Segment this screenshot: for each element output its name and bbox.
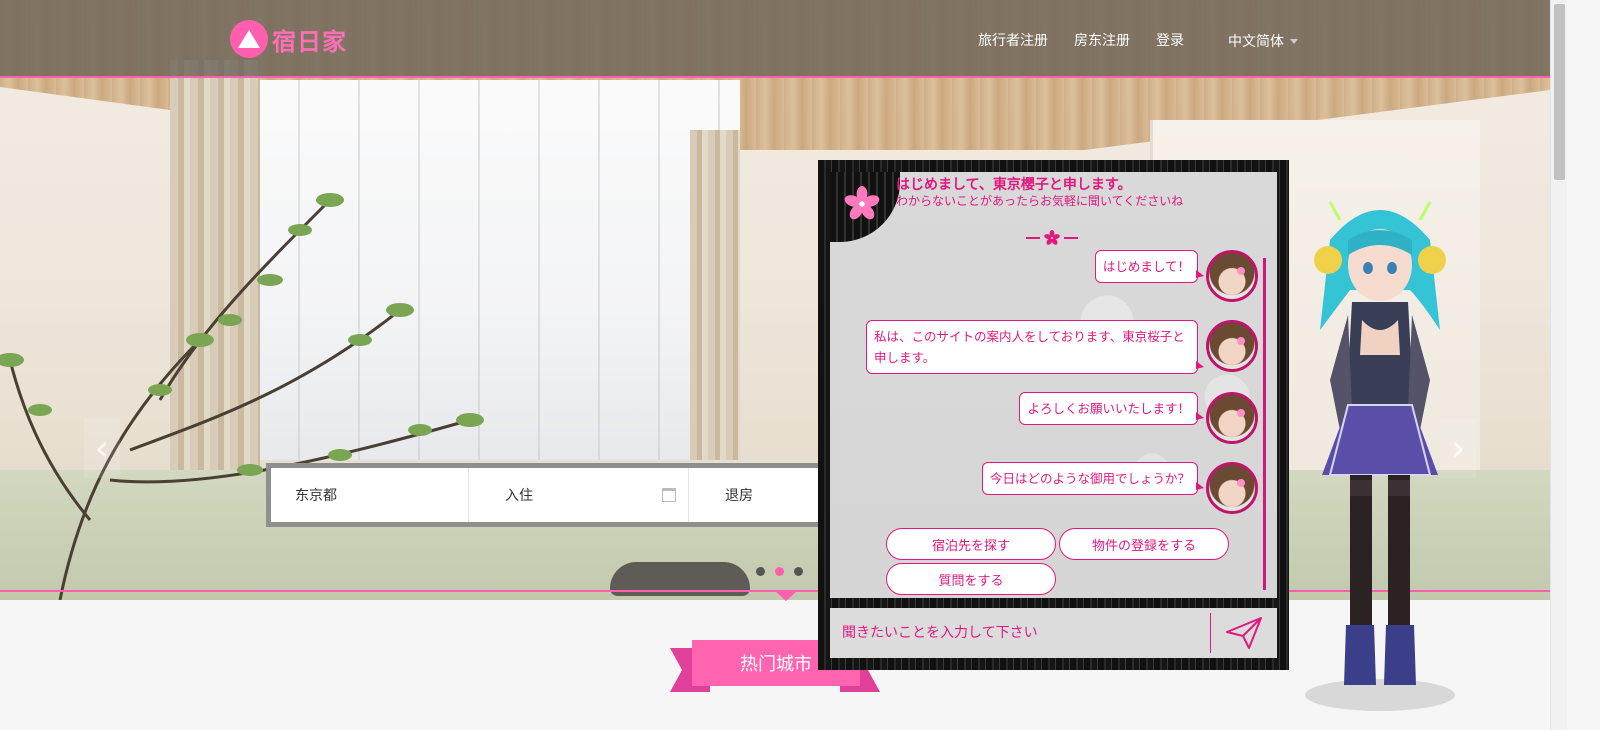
chat-widget: はじめまして、東京櫻子と申します。 わからないことがあったらお気軽に聞いてくださ… (818, 160, 1289, 670)
quick-reply-find-lodging[interactable]: 宿泊先を探す (886, 528, 1056, 560)
hero-divider-notch (776, 592, 796, 601)
chat-input-row (830, 608, 1277, 658)
language-label: 中文简体 (1228, 34, 1284, 50)
guide-avatar (1206, 392, 1258, 444)
chat-message: よろしくお願いいたします！ (990, 392, 1258, 444)
checkin-date-field[interactable]: 入住 (469, 468, 689, 522)
guide-character-illustration (1305, 201, 1455, 711)
sakura-divider-icon (1044, 230, 1060, 245)
quick-reply-ask-question[interactable]: 質問をする (886, 563, 1056, 595)
carousel-dot-active[interactable] (775, 567, 784, 576)
send-button[interactable] (1220, 613, 1268, 653)
top-navbar: 宿日家 旅行者注册 房东注册 登录 中文简体 (0, 0, 1550, 78)
quick-reply-register-property[interactable]: 物件の登録をする (1059, 528, 1229, 560)
nav-link-login[interactable]: 登录 (1156, 30, 1184, 50)
guide-avatar (1206, 462, 1258, 514)
carousel-indicators (756, 567, 803, 576)
carousel-dot[interactable] (756, 567, 765, 576)
nav-link-host-register[interactable]: 房东注册 (1074, 30, 1130, 50)
chat-input[interactable] (830, 608, 1210, 658)
calendar-icon (662, 488, 676, 502)
site-logo[interactable]: 宿日家 (230, 20, 347, 58)
city-field[interactable]: 东京都 (271, 468, 469, 522)
chat-scrollbar[interactable] (1263, 258, 1266, 590)
language-selector[interactable]: 中文简体 (1228, 31, 1298, 51)
chat-subtitle: わからないことがあったらお気軽に聞いてくださいね (896, 194, 1184, 208)
search-bar: 东京都 入住 退房 (266, 463, 826, 527)
plant-illustration (0, 193, 484, 600)
chat-header-corner (830, 172, 900, 242)
caret-down-icon (1290, 38, 1298, 44)
header-divider (1026, 230, 1078, 246)
checkout-date-field[interactable]: 退房 (689, 468, 821, 522)
checkout-label: 退房 (725, 488, 753, 504)
logo-text: 宿日家 (272, 27, 347, 56)
nav-link-traveler-register[interactable]: 旅行者注册 (978, 30, 1048, 50)
nav-links: 旅行者注册 房东注册 登录 (978, 30, 1184, 50)
chat-title: はじめまして、東京櫻子と申します。 (896, 177, 1132, 193)
chat-bubble: 今日はどのような御用でしょうか？ (981, 462, 1205, 495)
chat-message: はじめまして！ (1080, 250, 1258, 302)
page-scrollbar[interactable] (1550, 0, 1567, 730)
chevron-left-icon: ‹ (94, 426, 110, 470)
chat-bubble: はじめまして！ (1094, 250, 1205, 283)
page-scrollbar-thumb[interactable] (1554, 4, 1565, 180)
guide-avatar (1206, 320, 1258, 372)
hero-curtain-right (690, 130, 740, 460)
carousel-prev-button[interactable]: ‹ (84, 418, 120, 478)
checkin-label: 入住 (505, 488, 533, 504)
carousel-dot[interactable] (794, 567, 803, 576)
chat-header: はじめまして、東京櫻子と申します。 わからないことがあったらお気軽に聞いてくださ… (896, 176, 1226, 208)
guide-avatar (1206, 250, 1258, 302)
chat-message: 今日はどのような御用でしょうか？ (950, 462, 1258, 514)
chat-message: 私は、このサイトの案内人をしております、東京桜子と申します。 (860, 320, 1258, 374)
chat-bubble: よろしくお願いいたします！ (1019, 392, 1204, 425)
sakura-icon (844, 186, 880, 220)
send-icon (1226, 617, 1262, 649)
chat-panel: はじめまして、東京櫻子と申します。 わからないことがあったらお気軽に聞いてくださ… (830, 172, 1277, 598)
logo-mountain-icon (230, 20, 268, 58)
send-separator (1210, 613, 1211, 653)
chat-bubble: 私は、このサイトの案内人をしております、東京桜子と申します。 (866, 320, 1204, 374)
